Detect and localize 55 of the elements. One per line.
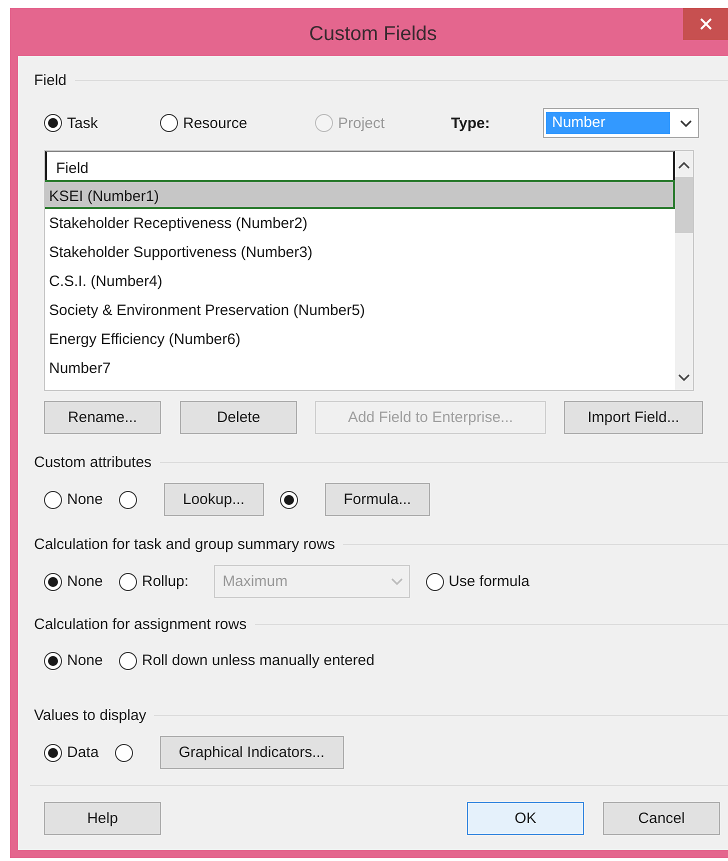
group-label: Calculation for task and group summary rows bbox=[34, 535, 335, 555]
radio-button[interactable] bbox=[44, 652, 62, 670]
dialog-button[interactable]: Help bbox=[44, 802, 161, 835]
radio-label: None bbox=[67, 572, 103, 592]
scrollbar-thumb[interactable] bbox=[675, 177, 693, 233]
type-label: Type: bbox=[451, 114, 491, 134]
dialog-button[interactable]: OK bbox=[467, 802, 584, 835]
radio-label: None bbox=[67, 490, 103, 510]
action-button[interactable]: Delete bbox=[180, 401, 297, 434]
group-label: Field bbox=[34, 71, 67, 91]
group-label: Custom attributes bbox=[34, 453, 152, 473]
radio-button[interactable] bbox=[280, 490, 298, 508]
radio-button[interactable] bbox=[118, 572, 137, 590]
radio-label: Roll down unless manually entered bbox=[142, 651, 374, 671]
action-button[interactable]: Import Field... bbox=[564, 401, 703, 434]
dropdown-value: Number bbox=[546, 112, 670, 134]
radio-button[interactable] bbox=[118, 490, 137, 508]
list-item[interactable]: Society & Environment Preservation (Number5) bbox=[45, 296, 675, 325]
list-item[interactable]: Energy Efficiency (Number6) bbox=[45, 325, 675, 354]
radio-label: Resource bbox=[183, 114, 248, 134]
chevron-down-icon bbox=[390, 578, 403, 586]
radio-button[interactable] bbox=[44, 744, 62, 762]
dropdown-value: Maximum bbox=[222, 572, 288, 592]
option-button[interactable]: Lookup... bbox=[164, 483, 264, 516]
list-item[interactable]: Stakeholder Receptiveness (Number2) bbox=[45, 209, 675, 238]
scroll-down-icon bbox=[678, 374, 690, 382]
radio-button[interactable] bbox=[44, 572, 62, 590]
list-item[interactable]: KSEI (Number1) bbox=[45, 180, 675, 209]
scroll-up-icon bbox=[678, 161, 690, 169]
field-list[interactable]: Field KSEI (Number1) Stakeholder Receptiveness (Number2) Stakeholder Supportiveness (Number3) C.S.I. (Number4) Society & Environment Preservation (Number5) Energy Efficiency (Number6) Number7 bbox=[44, 150, 694, 391]
radio-button[interactable] bbox=[44, 114, 62, 132]
dialog-button[interactable]: Cancel bbox=[603, 802, 720, 835]
close-icon bbox=[698, 17, 712, 31]
radio-button[interactable] bbox=[114, 744, 133, 762]
list-item[interactable]: Number7 bbox=[45, 354, 675, 383]
group-label: Calculation for assignment rows bbox=[34, 615, 247, 635]
radio-button[interactable] bbox=[160, 114, 178, 132]
list-item[interactable]: C.S.I. (Number4) bbox=[45, 267, 675, 296]
radio-button[interactable] bbox=[44, 490, 62, 508]
group-label: Values to display bbox=[34, 706, 146, 726]
radio-label: None bbox=[67, 651, 103, 671]
radio-label: Use formula bbox=[448, 572, 530, 592]
radio-label: Rollup: bbox=[142, 572, 189, 592]
radio-button[interactable] bbox=[426, 572, 444, 590]
option-button[interactable]: Formula... bbox=[324, 483, 430, 516]
close-button[interactable] bbox=[683, 8, 728, 40]
chevron-down-icon bbox=[680, 120, 692, 128]
radio-label: Project bbox=[338, 114, 385, 134]
radio-label: Task bbox=[67, 114, 98, 134]
list-item[interactable]: Stakeholder Supportiveness (Number3) bbox=[45, 238, 675, 267]
option-button[interactable]: Graphical Indicators... bbox=[160, 736, 344, 769]
radio-button[interactable] bbox=[118, 652, 137, 670]
radio-label: Data bbox=[67, 743, 99, 763]
window-title: Custom Fields bbox=[308, 22, 438, 47]
action-button[interactable]: Rename... bbox=[44, 401, 161, 434]
